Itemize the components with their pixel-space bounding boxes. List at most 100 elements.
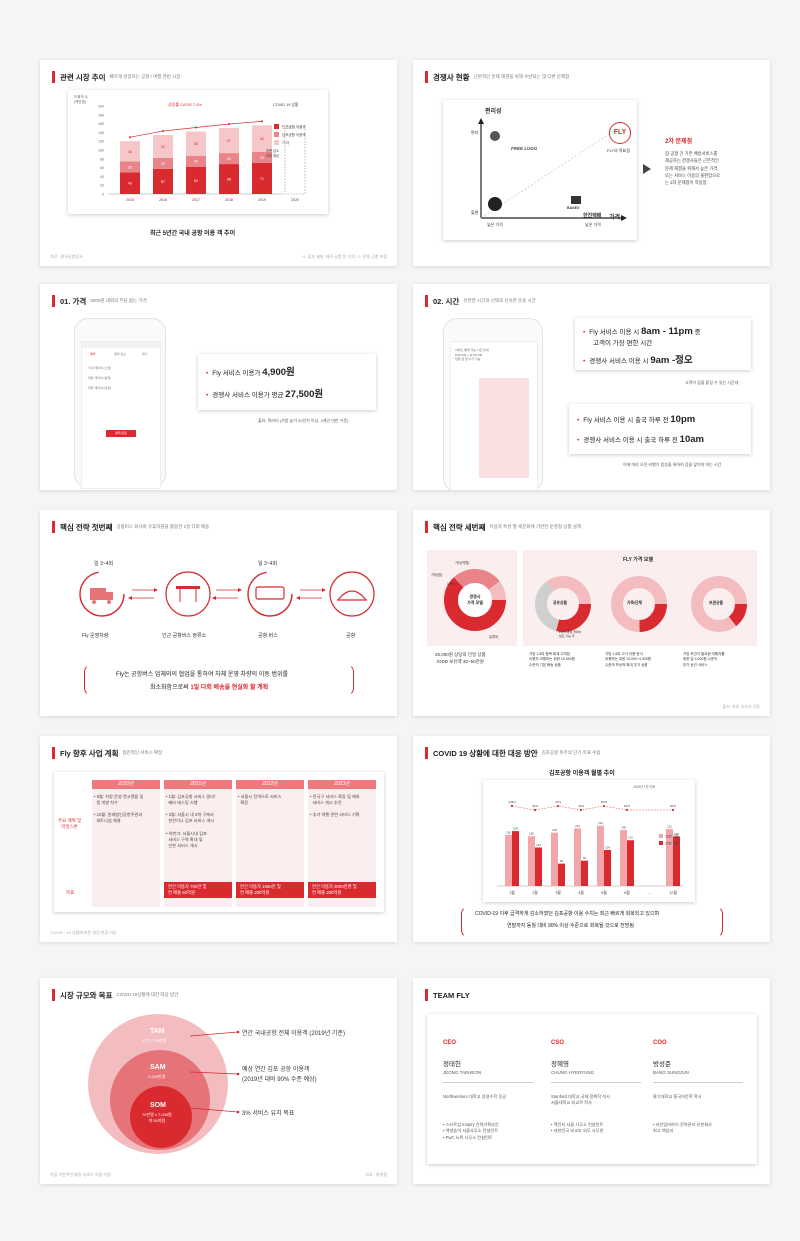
slide-market-trend[interactable]: 관련 시장 추이 빠르게 성장하는 공항 / 여행 관련 시장 200 180 160…	[40, 60, 397, 266]
summary-line-1: COVID-19 이후 급격하게 감소하였던 김포공항 이용 수치는 최근 빠르…	[475, 911, 660, 917]
slide-business-plan[interactable]: Fly 향후 사업 계획 점진적인 서비스 확장 주요 계획 및 마일스톤 목표 …	[40, 736, 397, 942]
slide-title: TEAM FLY	[433, 990, 470, 1000]
data-label: 204	[513, 827, 518, 831]
model-circle-note: Fly의 대형 캐리어 필요 가능 후	[559, 630, 582, 638]
ratio-point	[579, 808, 583, 812]
legend-title: 2019년 1월 이후	[633, 784, 655, 789]
slide-title: Fly 향후 사업 계획	[60, 748, 119, 758]
slide-subtitle: 5000원 내외의 부담 없는 가격	[90, 298, 147, 303]
y-tick-label: 180	[98, 113, 104, 117]
slide-strategy-1[interactable]: 핵심 전략 첫번째 공항버스 회사와 유휴자원을 활용한 1일 다회 배송 일 3…	[40, 510, 397, 716]
competitor-hanjin: 한진택배	[583, 213, 602, 219]
slide-price[interactable]: 01. 가격 5000원 내외의 부담 없는 가격 예약 결제 정보 확인 기내 …	[40, 284, 397, 490]
legend-label: 인천공항 이용객	[282, 124, 306, 129]
bullet-fly-time-cont: 고객이 가장 편한 시간	[593, 340, 653, 347]
slide-header: 핵심 전략 첫번째 공항버스 회사와 유휴자원을 활용한 1일 다회 배송	[52, 520, 209, 534]
member-education: 홍익대학교 홍국어문학 학사	[653, 1094, 702, 1099]
phone-screen: 서비스 예약 가능 시간 안내 8:00 AM ~ 11:00 PM 당일 집 …	[450, 341, 538, 490]
phone-tab-confirm[interactable]: 확인	[142, 352, 148, 356]
bar	[558, 863, 565, 886]
phone-tab-payment[interactable]: 결제 정보	[114, 352, 126, 356]
trend-point	[261, 120, 263, 123]
fly-model-title: FLY 가격 모델	[623, 557, 654, 563]
x-tick-label: 2015	[126, 198, 134, 202]
competitor-model-label: 경쟁사 가격 모델	[467, 594, 483, 605]
connector-lines	[189, 1030, 240, 1114]
year-header: 2023년	[308, 780, 376, 789]
data-label: 25	[260, 156, 264, 160]
bar	[581, 860, 588, 886]
trend-point	[195, 126, 197, 129]
member-role: CEO	[443, 1040, 457, 1046]
trend-point	[228, 123, 230, 125]
slide-market-size[interactable]: 시장 규모와 목표 COVID-19상황에 대한 대응 방안 TAM 1억 3,7…	[40, 978, 397, 1184]
phone-tab-reserve[interactable]: 예약	[90, 352, 96, 356]
divider	[653, 1082, 743, 1083]
data-label: 55	[194, 142, 198, 146]
ratio-point	[671, 808, 675, 812]
footnote: COVID - 19 상황에 따른 일정 변경 가능	[50, 930, 117, 935]
competitor-model-panel: 경쟁사 가격 모델 기타(약원) 기타(방) 10% 유류비	[427, 550, 517, 646]
data-label: 134	[605, 845, 610, 849]
slide-covid-response[interactable]: COVID 19 상황에 대한 대응 방안 김포공항 위주의 단기 목표 수립 김…	[413, 736, 770, 942]
member-name: 정혜영	[551, 1061, 569, 1068]
trend-point	[129, 136, 131, 139]
data-label: 25	[227, 157, 231, 161]
slide-subtitle: 김포공항 위주의 단기 목표 수립	[541, 750, 601, 755]
legend-swatch	[274, 132, 279, 137]
summary-line-2: 최소화함으로써 1일 다회 배송을 현실화 할 계획	[150, 685, 269, 691]
price-note: 출처: 뭐라더 (가방 높이 20인치 이상, 3개인 미만 기준)	[258, 418, 349, 423]
member-experience: ▪ 스타트업 Inspiry 전략기획부문 ▪ 액센츄어 서울사무소 컨설턴트 …	[443, 1122, 499, 1140]
y-tick-label: 40	[100, 175, 104, 179]
legend-label: 기 타	[282, 140, 290, 145]
phone-mockup: 예약 결제 정보 확인 기내 캐리어 (소형) 위탁 캐리어 (중형) 위탁 캐…	[74, 318, 166, 489]
year-header: 2020년	[92, 780, 160, 789]
plan-cell: • 1월: 김포공항 서비스 말리/ 베타 테스팅 시행 • 3월: 서울시 내…	[166, 794, 216, 848]
slide-competitors[interactable]: 경쟁사 현황 근본적인 문제 해결을 위해 수반되는 및 다른 문제점 편리성 편…	[413, 60, 770, 266]
data-label: 68	[227, 178, 231, 182]
data-label: 83	[560, 859, 564, 863]
bullet-competitor-price: • 경쟁사 서비스 이용가 평균 27,500원	[206, 389, 324, 400]
bullet-fly-price: • Fly 서비스 이용가 4,900원	[206, 367, 295, 378]
flow-diagram	[79, 571, 375, 617]
legend-swatch	[274, 124, 279, 129]
bar	[574, 828, 581, 886]
year-header: 2022년	[236, 780, 304, 789]
slide-team[interactable]: TEAM FLY CEO 정태헌 JEONG TAEHEON Northwest…	[413, 978, 770, 1184]
model-desc: 가방 보관이 필요한 여행자를 위한 일 4,900원 수준의 부가 상관 서비…	[683, 652, 725, 667]
positioning-map: 편리성 편리 불편 높은 가격 낮은 가격 가격 FREE LUGG BAGEX…	[443, 100, 637, 240]
time-note-1: 고객이 짐을 맡길 수 있는 시간대	[685, 380, 739, 385]
member-education: Stanford 대학교 국제 정책학 석사 서울대학교 외교학 학사	[551, 1094, 611, 1106]
flow-item-airport: 공항	[346, 633, 356, 639]
footnote-source: 자료 : 통계청	[365, 1172, 387, 1177]
data-label: 46	[128, 150, 132, 154]
bullet-competitor-time: • 경쟁사 서비스 이용 시 9am -정오	[583, 355, 693, 366]
slide-subtitle: 유연한 시간과 선택과 신속한 운송 시간	[463, 298, 536, 303]
legend-swatch	[659, 834, 663, 838]
trend-point	[162, 130, 164, 133]
covid-note: COVID 19 상황	[273, 102, 299, 107]
team-panel: CEO 정태헌 JEONG TAEHEON Northwestern 대학교 응…	[427, 1014, 757, 1164]
phone-row[interactable]: 위탁 캐리어 (중형)	[88, 376, 111, 380]
competitor-model-caption: 25,000원 상당의 단일 상품 /ODD 보유액 30~50만원	[435, 652, 486, 664]
bar	[597, 825, 604, 886]
divider	[443, 1082, 533, 1083]
phone-pay-button[interactable]: 결제 완료	[106, 430, 136, 437]
slide-title: 관련 시장 추이	[60, 72, 106, 82]
slide-title: COVID 19 상황에 대한 대응 방안	[433, 748, 538, 758]
chart-panel: 200 180 160 140 120 100 80 60 40 20 0 이용객 수 (백만명) 201…	[68, 90, 328, 214]
legend-label: 김포공항 이용객	[282, 132, 306, 137]
data-label: 212	[667, 824, 672, 828]
x-tick-label: 2019	[258, 198, 266, 202]
ratio-label: 42%	[532, 804, 538, 808]
chart-panel: 1월 190 204 2월 185 143 3월 198 83 4월 214 94 5월 224 134 6월…	[483, 780, 695, 902]
slide-time[interactable]: 02. 시간 유연한 시간과 선택과 신속한 운송 시간 서비스 예약 가능 시간…	[413, 284, 770, 490]
phone-row[interactable]: 위탁 캐리어 (대형)	[88, 386, 111, 390]
phone-row[interactable]: 기내 캐리어 (소형)	[88, 366, 111, 370]
slide-strategy-3[interactable]: 핵심 전략 세번째 이용자 특성 별 세분화에 기반한 운영형 상품 설계 경쟁사…	[413, 510, 770, 716]
slide-subtitle: 근본적인 문제 해결을 위해 수반되는 및 다른 문제점	[473, 74, 570, 79]
member-name-eng: JEONG TAEHEON	[443, 1070, 482, 1075]
member-name-eng: CHUNG HYERYUNG	[551, 1070, 595, 1075]
fly-model-panel: FLY 가격 모델 공유상품 가족/단체 보관상품 Fly의 대형 캐리어 필요…	[523, 550, 757, 646]
projection-note: 미정 예상	[266, 153, 279, 158]
